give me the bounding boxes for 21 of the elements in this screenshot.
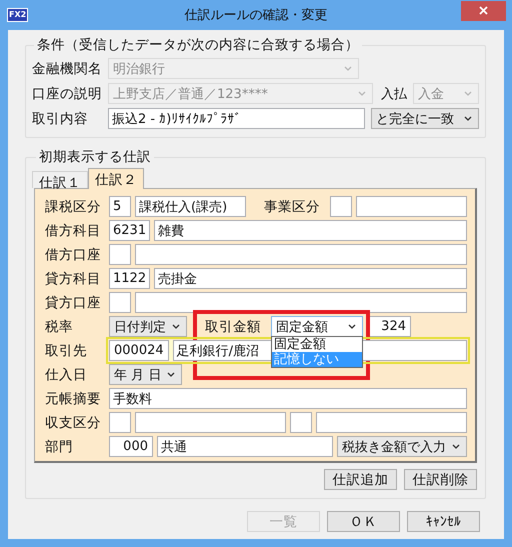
- field-label: 税率: [45, 318, 74, 336]
- field-label: 借方口座: [45, 246, 102, 264]
- field-label: 金融機関名: [32, 60, 102, 78]
- field-label: 部門: [45, 438, 74, 456]
- window-title: 仕訳ルールの確認・変更: [184, 8, 328, 23]
- field-label: 入払: [381, 86, 407, 102]
- group-title: 初期表示する仕訳: [38, 148, 152, 166]
- field-label: 元帳摘要: [45, 390, 102, 408]
- field-label: 借方科目: [45, 222, 102, 240]
- field-label: 貸方科目: [45, 270, 102, 288]
- app-icon: FX2: [7, 8, 28, 22]
- field-label: 収支区分: [45, 414, 102, 432]
- field-label: 取引内容: [32, 110, 89, 128]
- field-label: 口座の説明: [32, 84, 102, 102]
- group-title: 条件（受信したデータが次の内容に合致する場合）: [36, 36, 360, 54]
- field-label: 仕入日: [45, 366, 88, 384]
- field-label: 取引先: [45, 342, 88, 360]
- field-label: 取引金額: [204, 318, 262, 336]
- field-label: 事業区分: [263, 198, 321, 216]
- field-label: 課税区分: [45, 198, 102, 216]
- field-label: 貸方口座: [45, 294, 102, 312]
